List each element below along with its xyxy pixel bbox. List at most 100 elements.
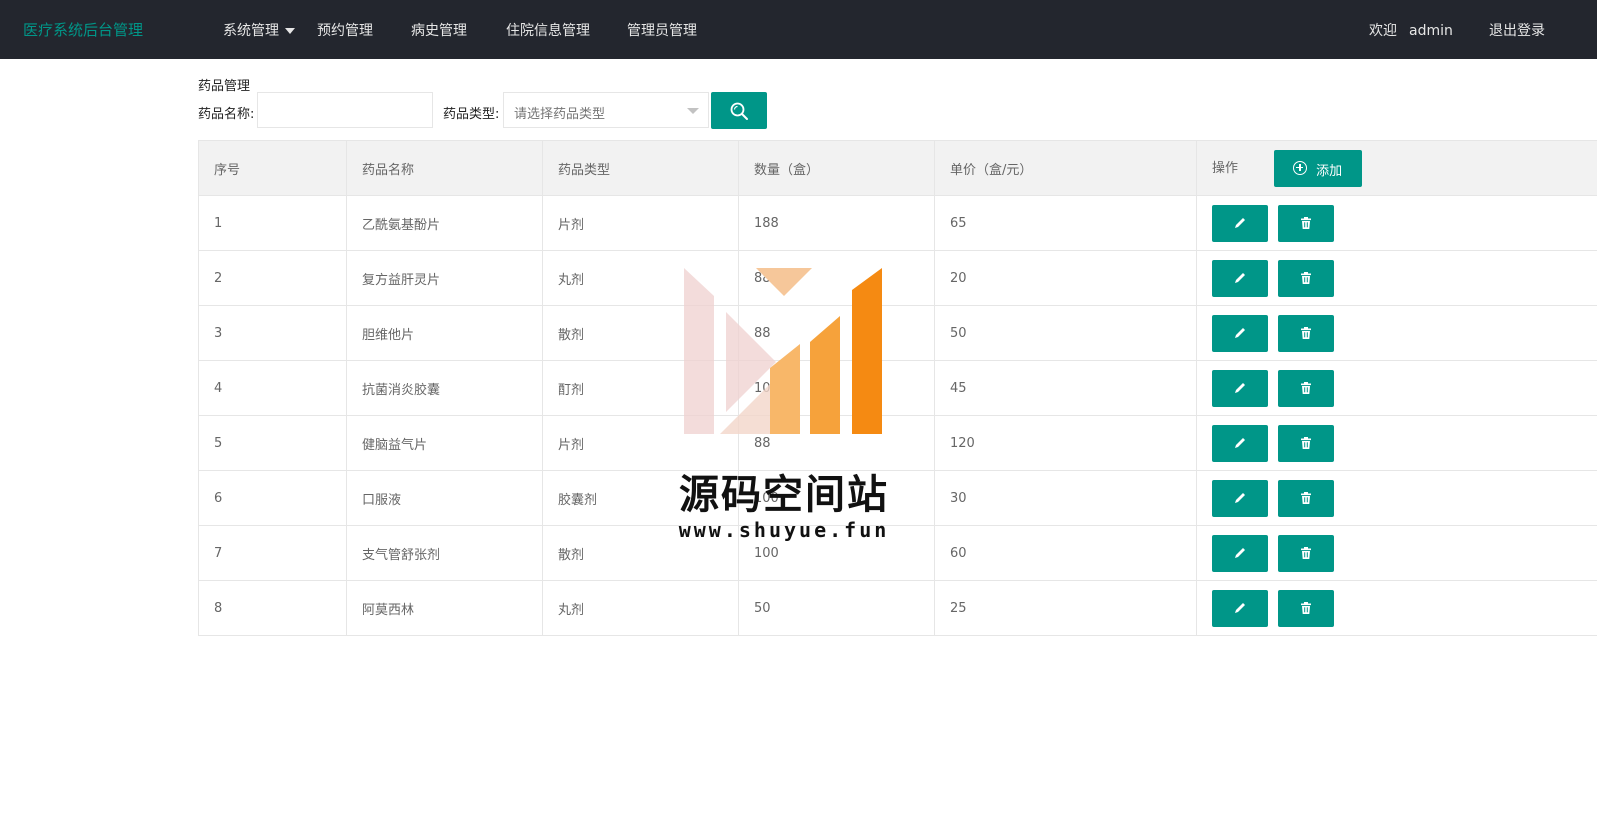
header-actions: 操作 添加 [1196,140,1597,196]
delete-button[interactable] [1278,534,1334,572]
nav-medical-history-management[interactable]: 病史管理 [411,20,467,40]
delete-button[interactable] [1278,424,1334,462]
cell-id: 5 [198,415,347,471]
delete-button[interactable] [1278,259,1334,297]
caret-down-icon [285,28,295,34]
plus-circle-icon [1293,160,1308,175]
pencil-icon [1235,327,1245,338]
cell-unit-price: 50 [934,305,1197,361]
username[interactable]: admin [1409,23,1453,39]
nav-hospitalization-management[interactable]: 住院信息管理 [506,20,590,40]
delete-button[interactable] [1278,479,1334,517]
cell-id: 2 [198,250,347,306]
pencil-icon [1235,382,1245,393]
drug-table: 序号 药品名称 药品类型 数量（盒） 单价（盒/元） 操作 添加 1 乙酰氨基酚片… [198,140,1597,636]
cell-actions [1196,305,1597,361]
cell-unit-price: 45 [934,360,1197,416]
delete-button[interactable] [1278,204,1334,242]
cell-quantity: 50 [738,580,935,636]
cell-actions [1196,470,1597,526]
header-drug-type: 药品类型 [542,140,739,196]
table-row: 6 口服液 胶囊剂 100 30 [198,470,1597,526]
drug-type-select[interactable]: 请选择药品类型 [503,92,709,128]
trash-icon [1301,381,1311,394]
edit-button[interactable] [1212,259,1268,297]
logout-link[interactable]: 退出登录 [1489,20,1545,40]
drug-name-label: 药品名称: [198,107,255,122]
edit-button[interactable] [1212,534,1268,572]
cell-id: 4 [198,360,347,416]
pencil-icon [1235,437,1245,448]
pencil-icon [1235,602,1245,613]
watermark-title: 源码空间站 [679,472,889,518]
cell-drug-name: 复方益肝灵片 [346,250,543,306]
delete-button[interactable] [1278,589,1334,627]
table-row: 8 阿莫西林 丸剂 50 25 [198,580,1597,636]
delete-button[interactable] [1278,314,1334,352]
cell-drug-type: 丸剂 [542,580,739,636]
cell-actions [1196,250,1597,306]
edit-button[interactable] [1212,314,1268,352]
header-drug-name: 药品名称 [346,140,543,196]
header-id: 序号 [198,140,347,196]
cell-actions [1196,360,1597,416]
nav-system-management[interactable]: 系统管理 [223,20,295,40]
cell-actions [1196,415,1597,471]
edit-button[interactable] [1212,424,1268,462]
drug-type-placeholder: 请选择药品类型 [514,107,606,122]
search-button[interactable] [711,92,767,129]
cell-id: 3 [198,305,347,361]
cell-unit-price: 60 [934,525,1197,581]
trash-icon [1301,601,1311,614]
cell-unit-price: 25 [934,580,1197,636]
table-row: 3 胆维他片 散剂 88 50 [198,305,1597,361]
welcome-text: 欢迎 admin [1369,20,1453,40]
header-quantity: 数量（盒） [738,140,935,196]
top-nav-bar: 医疗系统后台管理 系统管理 预约管理 病史管理 住院信息管理 管理员管理 欢迎 a… [0,0,1597,59]
pencil-icon [1235,272,1245,283]
watermark-logo [684,268,882,434]
pencil-icon [1235,492,1245,503]
pencil-icon [1235,547,1245,558]
edit-button[interactable] [1212,589,1268,627]
table-header-row: 序号 药品名称 药品类型 数量（盒） 单价（盒/元） 操作 添加 [198,140,1597,196]
cell-drug-type: 片剂 [542,195,739,251]
drug-name-input[interactable] [257,92,433,128]
cell-id: 7 [198,525,347,581]
app-brand[interactable]: 医疗系统后台管理 [23,19,143,40]
nav-admin-management[interactable]: 管理员管理 [627,20,697,40]
table-row: 7 支气管舒张剂 散剂 100 60 [198,525,1597,581]
cell-quantity: 188 [738,195,935,251]
trash-icon [1301,491,1311,504]
trash-icon [1301,436,1311,449]
cell-drug-name: 支气管舒张剂 [346,525,543,581]
table-row: 2 复方益肝灵片 丸剂 88 20 [198,250,1597,306]
edit-button[interactable] [1212,204,1268,242]
header-actions-label: 操作 [1212,160,1239,176]
cell-actions [1196,195,1597,251]
trash-icon [1301,326,1311,339]
edit-button[interactable] [1212,479,1268,517]
welcome-label: 欢迎 [1369,23,1397,39]
cell-unit-price: 20 [934,250,1197,306]
table-row: 4抗菌消炎胶囊酊剂10045 [198,360,1597,416]
delete-button[interactable] [1278,369,1334,407]
table-row: 1 乙酰氨基酚片 片剂 188 65 [198,195,1597,251]
add-button[interactable]: 添加 [1274,149,1363,187]
cell-actions [1196,580,1597,636]
cell-unit-price: 30 [934,470,1197,526]
cell-id: 8 [198,580,347,636]
nav-appointment-management[interactable]: 预约管理 [317,20,373,40]
cell-drug-name: 阿莫西林 [346,580,543,636]
search-icon [730,102,748,120]
pencil-icon [1235,217,1245,228]
edit-button[interactable] [1212,369,1268,407]
watermark-url: www.shuyue.fun [678,518,890,542]
nav-label: 系统管理 [223,23,279,39]
table-row: 5 健脑益气片 片剂 88 120 [198,415,1597,471]
cell-actions [1196,525,1597,581]
cell-id: 6 [198,470,347,526]
page-title: 药品管理 [198,79,251,94]
cell-drug-name: 口服液 [346,470,543,526]
cell-unit-price: 65 [934,195,1197,251]
